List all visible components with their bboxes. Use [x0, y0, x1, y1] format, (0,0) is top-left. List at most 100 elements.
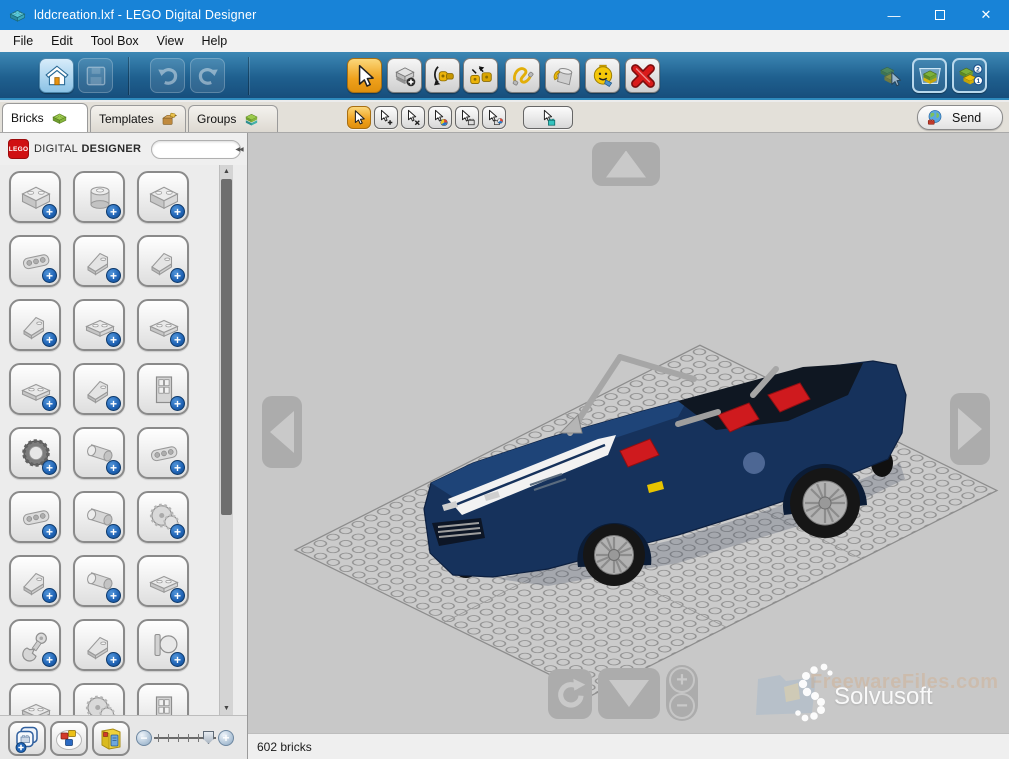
add-brick-badge[interactable]: +: [42, 268, 57, 283]
select-remove-button[interactable]: [401, 106, 425, 129]
menu-view[interactable]: View: [148, 32, 193, 50]
delete-tool-button[interactable]: [625, 58, 660, 93]
palette-item-technic-liftarm[interactable]: +: [9, 491, 61, 543]
scroll-up-icon[interactable]: ▲: [220, 165, 233, 178]
palette-item-plate-with-clip[interactable]: +: [9, 363, 61, 415]
tab-templates[interactable]: Templates: [90, 105, 186, 132]
add-brick-badge[interactable]: +: [106, 524, 121, 539]
palette-item-door-with-panes[interactable]: +: [137, 363, 189, 415]
pan-left-button[interactable]: [262, 396, 302, 468]
palette-item-brick-curved-top[interactable]: +: [9, 299, 61, 351]
pan-up-button[interactable]: [592, 142, 660, 186]
menu-help[interactable]: Help: [193, 32, 237, 50]
add-brick-badge[interactable]: +: [106, 588, 121, 603]
flex-tool-button[interactable]: [505, 58, 540, 93]
add-brick-badge[interactable]: +: [106, 332, 121, 347]
palette-item-technic-tube[interactable]: +: [73, 555, 125, 607]
palette-item-round-sign-panel[interactable]: +: [137, 619, 189, 671]
add-brick-badge[interactable]: +: [42, 204, 57, 219]
filter-by-color-button[interactable]: [50, 721, 88, 756]
add-brick-badge[interactable]: +: [42, 396, 57, 411]
palette-item-car-roof-panel[interactable]: +: [9, 555, 61, 607]
palette-item-brick-1x1-side-stud[interactable]: +: [137, 171, 189, 223]
add-brick-badge[interactable]: +: [42, 652, 57, 667]
palette-item-technic-brick-1x4[interactable]: +: [9, 235, 61, 287]
paint-tool-button[interactable]: [545, 58, 580, 93]
rotate-view-button[interactable]: [548, 669, 592, 719]
hinge-tool-button[interactable]: [425, 58, 460, 93]
palette-item-minifig-wrench[interactable]: +: [9, 619, 61, 671]
collapse-panel-icon[interactable]: ◀◀: [233, 139, 245, 159]
close-button[interactable]: ✕: [963, 0, 1009, 30]
add-brick-badge[interactable]: +: [42, 588, 57, 603]
palette-zoom-slider[interactable]: − +: [136, 729, 234, 747]
select-by-shape-button[interactable]: [455, 106, 479, 129]
add-brick-badge[interactable]: +: [170, 524, 185, 539]
pan-right-button[interactable]: [950, 393, 990, 465]
palette-item-slope-brick-inverted[interactable]: +: [137, 235, 189, 287]
select-connected-button[interactable]: [523, 106, 573, 129]
add-brick-badge[interactable]: +: [170, 332, 185, 347]
select-single-button[interactable]: [347, 106, 371, 129]
add-brick-badge[interactable]: +: [170, 460, 185, 475]
select-tool-button[interactable]: [347, 58, 382, 93]
palette-item-ladder-fence[interactable]: +: [137, 683, 189, 715]
menu-file[interactable]: File: [4, 32, 42, 50]
hide-tool-button[interactable]: [585, 58, 620, 93]
palette-item-wheel-with-tire[interactable]: +: [9, 427, 61, 479]
add-brick-badge[interactable]: +: [106, 396, 121, 411]
palette-item-technic-pin[interactable]: +: [73, 491, 125, 543]
scrollbar-thumb[interactable]: [221, 179, 232, 515]
palette-item-ship-steering-wheel[interactable]: +: [73, 683, 125, 715]
add-brick-badge[interactable]: +: [106, 268, 121, 283]
add-brick-badge[interactable]: +: [106, 460, 121, 475]
3d-viewport[interactable]: + − FreewareFiles.com Solvusoft: [248, 133, 1009, 733]
hinge-align-tool-button[interactable]: [463, 58, 498, 93]
add-brick-badge[interactable]: +: [106, 652, 121, 667]
save-button[interactable]: [78, 58, 113, 93]
scroll-down-icon[interactable]: ▼: [220, 702, 233, 715]
palette-item-wedge-plate[interactable]: +: [137, 299, 189, 351]
zoom-out-button[interactable]: −: [669, 693, 695, 719]
add-brick-badge[interactable]: +: [170, 396, 185, 411]
select-by-color-button[interactable]: [428, 106, 452, 129]
tab-bricks[interactable]: Bricks: [2, 103, 88, 132]
palette-item-technic-beam[interactable]: +: [137, 427, 189, 479]
view-mode-button[interactable]: [912, 58, 947, 93]
add-brick-badge[interactable]: +: [42, 460, 57, 475]
palette-item-boat-bow-plate[interactable]: +: [73, 619, 125, 671]
add-brick-badge[interactable]: +: [170, 268, 185, 283]
palette-item-brick-round-2x2[interactable]: +: [73, 171, 125, 223]
menu-toolbox[interactable]: Tool Box: [82, 32, 148, 50]
brick-search-input[interactable]: [151, 140, 241, 159]
clone-tool-button[interactable]: [387, 58, 422, 93]
redo-button[interactable]: [190, 58, 225, 93]
palette-item-electric-motor[interactable]: +: [73, 427, 125, 479]
palette-item-plate-with-pole[interactable]: +: [9, 683, 61, 715]
build-mode-button[interactable]: [872, 58, 907, 93]
add-brick-badge[interactable]: +: [170, 588, 185, 603]
show-all-bricks-button[interactable]: [8, 721, 46, 756]
add-brick-badge[interactable]: +: [170, 204, 185, 219]
select-add-button[interactable]: [374, 106, 398, 129]
palette-box-button[interactable]: [92, 721, 130, 756]
slider-handle[interactable]: [203, 731, 214, 744]
palette-item-plate-2x2[interactable]: +: [73, 299, 125, 351]
palette-item-gear-wheels[interactable]: +: [137, 491, 189, 543]
pan-down-button[interactable]: [598, 668, 660, 719]
maximize-button[interactable]: [917, 0, 963, 30]
home-button[interactable]: [39, 58, 74, 93]
add-brick-badge[interactable]: +: [42, 332, 57, 347]
undo-button[interactable]: [150, 58, 185, 93]
zoom-in-icon[interactable]: +: [218, 730, 234, 746]
palette-item-road-plate[interactable]: +: [137, 555, 189, 607]
palette-scrollbar[interactable]: ▲ ▼: [219, 165, 233, 715]
select-by-shape-and-color-button[interactable]: [482, 106, 506, 129]
menu-edit[interactable]: Edit: [42, 32, 82, 50]
building-guide-mode-button[interactable]: 2 1: [952, 58, 987, 93]
add-brick-badge[interactable]: +: [42, 524, 57, 539]
zoom-in-button[interactable]: +: [669, 667, 695, 693]
palette-item-vehicle-cockpit[interactable]: +: [73, 363, 125, 415]
palette-item-brick-2x3[interactable]: +: [9, 171, 61, 223]
tab-groups[interactable]: Groups: [188, 105, 278, 132]
